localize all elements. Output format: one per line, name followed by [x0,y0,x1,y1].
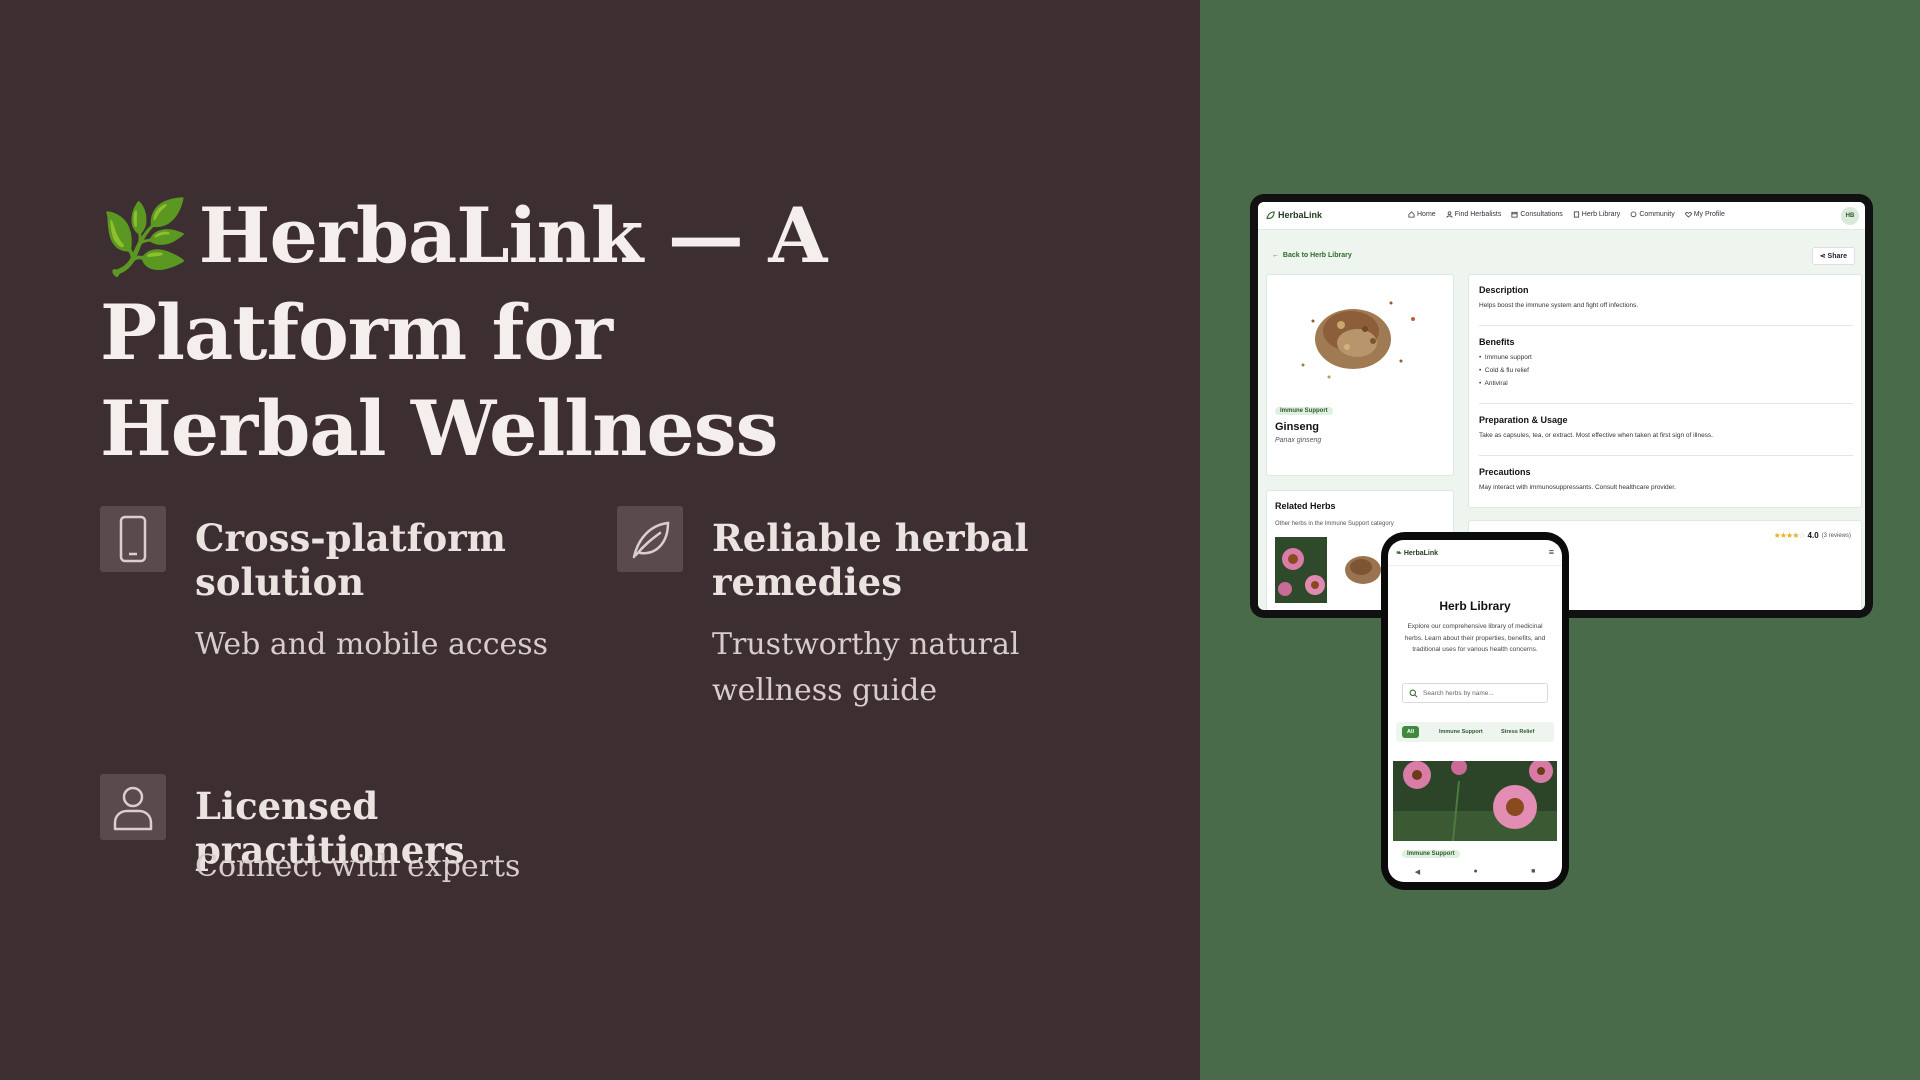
feature-desc: Web and mobile access [195,627,549,662]
nav-label: Consultations [1520,211,1563,218]
brand-label: HerbaLink [1278,210,1323,220]
related-herbs-heading: Related Herbs [1275,501,1336,511]
smartphone-icon [100,506,166,572]
chat-icon [1630,211,1637,218]
share-button[interactable]: ⋖ Share [1811,247,1855,265]
herb-library-title: Herb Library [1439,599,1511,613]
herb-card: Immune Support Ginseng Panax ginseng [1266,274,1454,476]
list-item: • Antiviral [1479,380,1508,387]
rating-summary: ★★★★☆ 4.0 (3 reviews) [1774,531,1851,540]
precautions-text: May interact with immunosuppressants. Co… [1479,484,1676,491]
brand-label: HerbaLink [1403,550,1439,557]
herb-card-image[interactable] [1393,761,1557,841]
search-icon [1409,689,1418,698]
benefits-heading: Benefits [1479,337,1515,347]
page-title: 🌿 HerbaLink — A Platform for Herbal Welln… [100,188,920,477]
category-filter-bar: All Immune Support Stress Relief [1396,722,1554,742]
avatar[interactable]: HB [1841,207,1859,225]
related-herbs-subtitle: Other herbs in the Immune Support catego… [1275,521,1394,527]
description-text: Helps boost the immune system and fight … [1479,302,1639,309]
nav-consultations[interactable]: Consultations [1511,211,1563,218]
tablet-navbar: HerbaLink Home Find Herbalists Consultat… [1258,202,1865,230]
herb-emoji: 🌿 [100,194,190,279]
search-input[interactable]: Search herbs by name... [1402,683,1548,703]
page-title-text: HerbaLink — A Platform for Herbal Wellne… [100,191,827,473]
rating-value: 4.0 [1807,531,1819,540]
star-rating-icon: ★★★★☆ [1773,531,1806,540]
nav-label: Herb Library [1581,211,1621,218]
list-item: • Immune support [1479,354,1532,361]
tablet-brand[interactable]: HerbaLink [1266,210,1322,220]
share-label: Share [1827,253,1847,260]
hamburger-menu-icon[interactable]: ≡ [1549,547,1554,557]
filter-stress-relief[interactable]: Stress Relief [1496,726,1539,738]
feature-title: Cross-platform solution [195,516,506,604]
card-category-tag: Immune Support [1402,850,1460,858]
benefit-label: Immune support [1484,354,1532,361]
back-link-label: Back to Herb Library [1282,252,1352,259]
recents-nav-icon[interactable]: ■ [1531,868,1535,876]
nav-label: Find Herbalists [1454,211,1502,218]
feature-title: Reliable herbal remedies [712,516,1029,604]
category-tag: Immune Support [1275,407,1333,415]
back-nav-icon[interactable]: ◀ [1415,868,1420,876]
arrow-left-icon: ← [1272,252,1283,259]
herb-latin-name: Panax ginseng [1275,437,1322,444]
herb-library-description: Explore our comprehensive library of med… [1404,623,1546,653]
home-nav-icon[interactable]: ● [1473,868,1477,876]
description-heading: Description [1479,285,1529,295]
related-herb-thumbnail[interactable] [1275,537,1327,603]
herb-details-card: Description Helps boost the immune syste… [1468,274,1862,508]
system-nav-bar: ◀ ● ■ [1388,868,1562,876]
nav-label: Home [1417,211,1436,218]
divider [1479,455,1853,456]
nav-label: My Profile [1693,211,1725,218]
phone-navbar: ❧ HerbaLink ≡ [1388,540,1562,566]
phone-screen: ❧ HerbaLink ≡ Herb Library Explore our c… [1388,540,1562,882]
divider [1479,403,1853,404]
hero-panel: 🌿 HerbaLink — A Platform for Herbal Welln… [0,0,1200,1080]
nav-find-herbalists[interactable]: Find Herbalists [1446,211,1502,218]
nav-community[interactable]: Community [1630,211,1675,218]
phone-mockup: ❧ HerbaLink ≡ Herb Library Explore our c… [1381,532,1569,890]
calendar-icon [1511,211,1518,218]
user-icon [1446,211,1453,218]
herb-image [1301,301,1415,379]
phone-brand[interactable]: ❧ HerbaLink [1396,549,1438,557]
feature-desc: Connect with experts [195,849,521,884]
benefit-label: Antiviral [1484,380,1508,387]
brand-leaf-icon: ❧ [1396,550,1404,557]
nav-label: Community [1639,211,1675,218]
benefits-list: • Immune support • Cold & flu relief • A… [1479,351,1532,390]
herb-name: Ginseng [1275,421,1320,433]
tablet-nav-links: Home Find Herbalists Consultations Herb … [1408,211,1725,218]
search-placeholder: Search herbs by name... [1423,690,1494,697]
review-count: (3 reviews) [1821,532,1851,539]
benefit-label: Cold & flu relief [1484,367,1529,374]
back-link[interactable]: ← Back to Herb Library [1272,252,1352,259]
list-item: • Cold & flu relief [1479,367,1529,374]
home-icon [1408,211,1415,218]
heart-icon [1684,212,1692,218]
precautions-heading: Precautions [1479,467,1531,477]
divider [1479,325,1853,326]
brand-leaf-icon [1266,210,1275,219]
filter-all[interactable]: All [1402,726,1420,738]
share-icon: ⋖ [1819,253,1828,260]
feature-desc: Trustworthy natural wellness guide [712,627,1020,708]
book-icon [1573,211,1579,218]
filter-immune-support[interactable]: Immune Support [1434,726,1488,738]
preparation-text: Take as capsules, tea, or extract. Most … [1479,432,1713,439]
leaf-icon [617,506,683,572]
nav-herb-library[interactable]: Herb Library [1573,211,1621,218]
nav-my-profile[interactable]: My Profile [1684,211,1725,218]
preparation-heading: Preparation & Usage [1479,415,1568,425]
nav-home[interactable]: Home [1408,211,1436,218]
user-icon [100,774,166,840]
